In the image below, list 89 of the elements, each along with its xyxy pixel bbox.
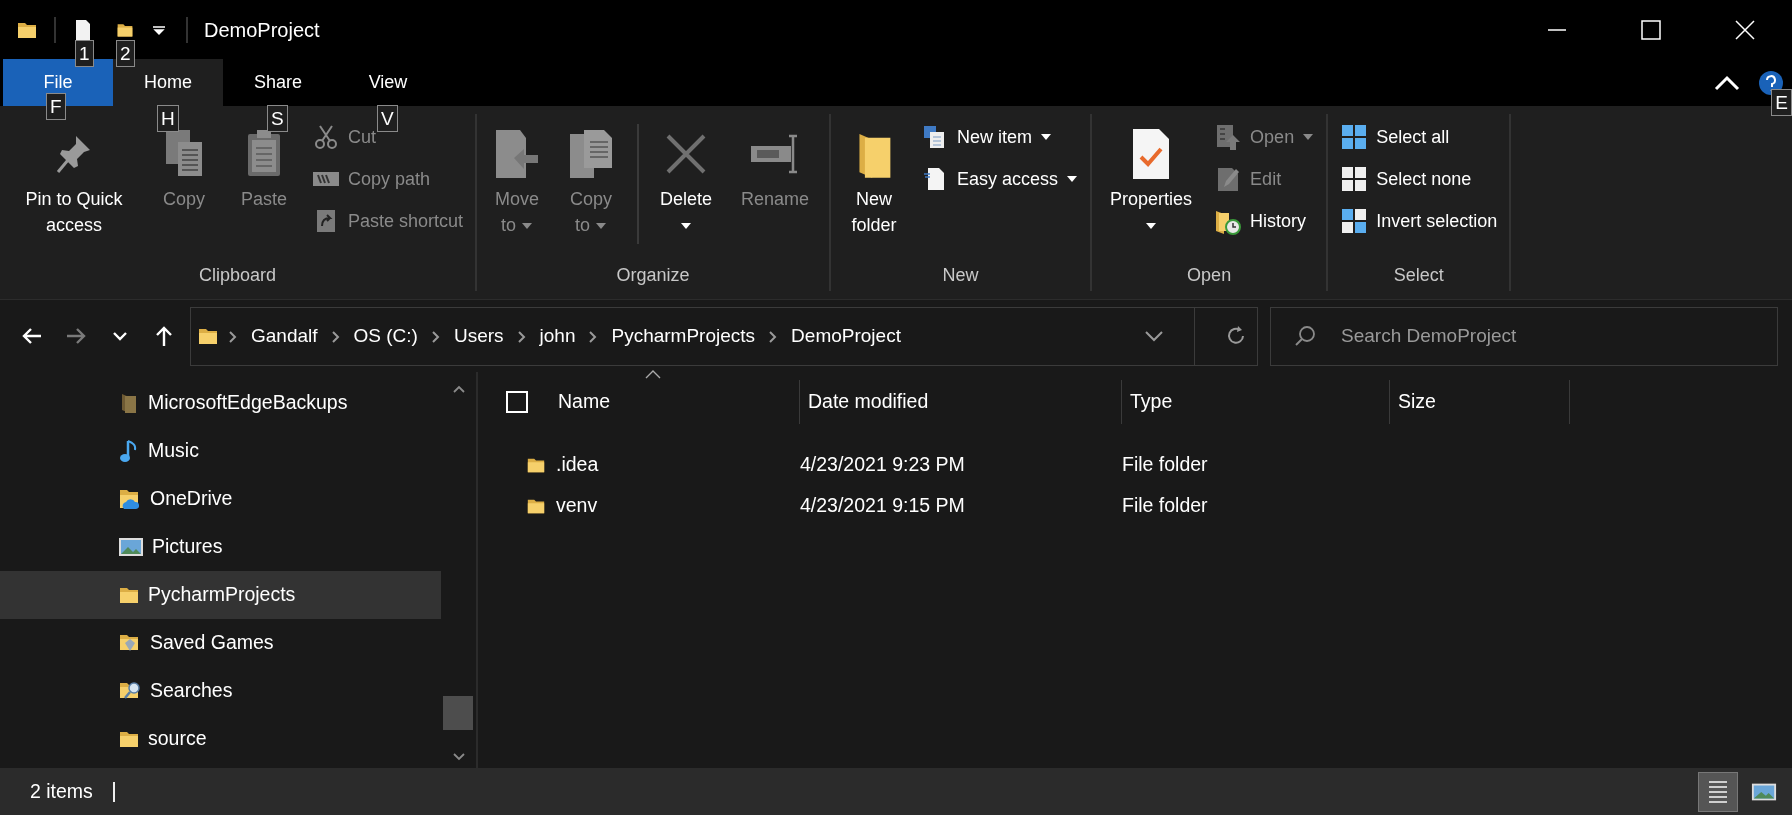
address-bar[interactable]: Gandalf OS (C:) Users john PycharmProjects DemoProject (190, 306, 1258, 366)
file-row[interactable]: venv 4/23/2021 9:15 PM File folder (478, 485, 1792, 526)
search-icon (1294, 324, 1316, 347)
keytip: 1 (75, 39, 94, 67)
breadcrumb-item[interactable]: PycharmProjects (607, 321, 760, 351)
cloud-folder-icon (118, 487, 142, 511)
new-folder-button[interactable]: New folder (837, 118, 912, 243)
invert-selection-button[interactable]: Invert selection (1334, 202, 1504, 240)
ribbon-tab[interactable]: Share (223, 59, 333, 106)
path-icon (312, 169, 340, 189)
group-label: Organize (615, 264, 691, 287)
caret-icon (680, 222, 693, 231)
caret-icon (1302, 133, 1315, 141)
details-view-button[interactable] (1698, 771, 1738, 812)
breadcrumb-item[interactable]: OS (C:) (349, 321, 422, 351)
nav-item[interactable]: PycharmProjects (0, 571, 442, 619)
checkbox[interactable] (506, 391, 528, 413)
search-field[interactable]: Search DemoProject (1270, 306, 1778, 366)
column-header[interactable]: Name (550, 380, 800, 424)
easy-access-button[interactable]: Easy access (915, 160, 1085, 198)
group-label: Clipboard (198, 264, 278, 287)
group-label: Open (1186, 264, 1233, 287)
keytip: F (46, 93, 66, 120)
column-header[interactable]: Type (1122, 380, 1390, 424)
nav-item[interactable]: MicrosoftEdgeBackups (0, 379, 442, 427)
delete-button[interactable]: Delete (649, 118, 724, 243)
scroll-down-icon[interactable] (451, 752, 466, 762)
caret-icon (1145, 222, 1158, 231)
nav-item[interactable]: OneDrive (0, 475, 442, 523)
history-button[interactable]: History (1208, 202, 1321, 240)
ribbon-tab[interactable]: View (333, 59, 443, 106)
caret-icon (1040, 133, 1053, 141)
document-icon[interactable] (74, 18, 92, 41)
keytip: S (267, 105, 288, 132)
chevron-icon (227, 329, 239, 344)
chevron-icon (329, 329, 342, 344)
nav-item[interactable]: Music (0, 427, 442, 475)
item-count: 2 items (30, 778, 93, 804)
keytip: 2 (116, 39, 135, 67)
chevron-icon (515, 329, 528, 344)
file-type: File folder (1122, 492, 1208, 518)
select-all-button[interactable]: Select all (1334, 118, 1504, 156)
keytip: E (1771, 89, 1792, 116)
new-item-button[interactable]: New item (915, 118, 1085, 156)
pin-button[interactable]: Pin to Quick access (6, 118, 142, 243)
column-header[interactable]: Size (1390, 380, 1570, 424)
shortcut-icon (315, 208, 337, 234)
breadcrumb-item[interactable]: Gandalf (247, 321, 322, 351)
ribbon-tab[interactable]: Home (113, 59, 223, 106)
file-row[interactable]: .idea 4/23/2021 9:23 PM File folder (478, 444, 1792, 485)
caret-icon (521, 222, 534, 231)
group-label: New (941, 264, 980, 287)
scroll-up-icon[interactable] (451, 384, 466, 394)
maximize-icon (1641, 19, 1661, 40)
scrollbar-thumb[interactable] (443, 696, 474, 730)
column-header[interactable]: Date modified (800, 380, 1122, 424)
nav-item[interactable]: Searches (0, 667, 442, 715)
nav-item[interactable]: Saved Games (0, 619, 442, 667)
refresh-icon[interactable] (1225, 325, 1247, 347)
caret-icon (1066, 175, 1079, 183)
select-all-icon (1341, 124, 1368, 150)
select-none-button[interactable]: Select none (1334, 160, 1504, 198)
keytip: V (377, 105, 398, 132)
keytip: H (157, 105, 179, 132)
invert-selection-icon (1341, 208, 1368, 234)
breadcrumb-item[interactable]: john (535, 321, 580, 351)
caret-icon (595, 222, 608, 231)
edit-icon (1215, 165, 1242, 193)
date-modified: 4/23/2021 9:15 PM (800, 492, 966, 518)
breadcrumb-item[interactable]: Users (449, 321, 508, 351)
file-name: venv (556, 492, 599, 518)
scissors-icon (313, 124, 339, 150)
window-title: DemoProject (204, 17, 320, 43)
close-icon (1735, 19, 1755, 40)
breadcrumb-item[interactable]: DemoProject (787, 321, 905, 351)
file-type: File folder (1122, 451, 1208, 477)
nav-item[interactable]: Pictures (0, 523, 442, 571)
open-icon (1215, 123, 1242, 151)
group-label: Select (1392, 264, 1445, 287)
properties-button[interactable]: Properties (1098, 118, 1205, 243)
file-name: .idea (556, 451, 600, 477)
select-none-icon (1341, 166, 1368, 192)
pictures-icon (118, 536, 144, 558)
collapse-ribbon-icon[interactable] (1714, 74, 1740, 91)
dropdown-icon[interactable] (1144, 330, 1164, 342)
date-modified: 4/23/2021 9:23 PM (800, 451, 966, 477)
chevron-icon (429, 329, 442, 344)
nav-item[interactable]: source (0, 715, 442, 763)
minimize-icon (1547, 28, 1567, 31)
